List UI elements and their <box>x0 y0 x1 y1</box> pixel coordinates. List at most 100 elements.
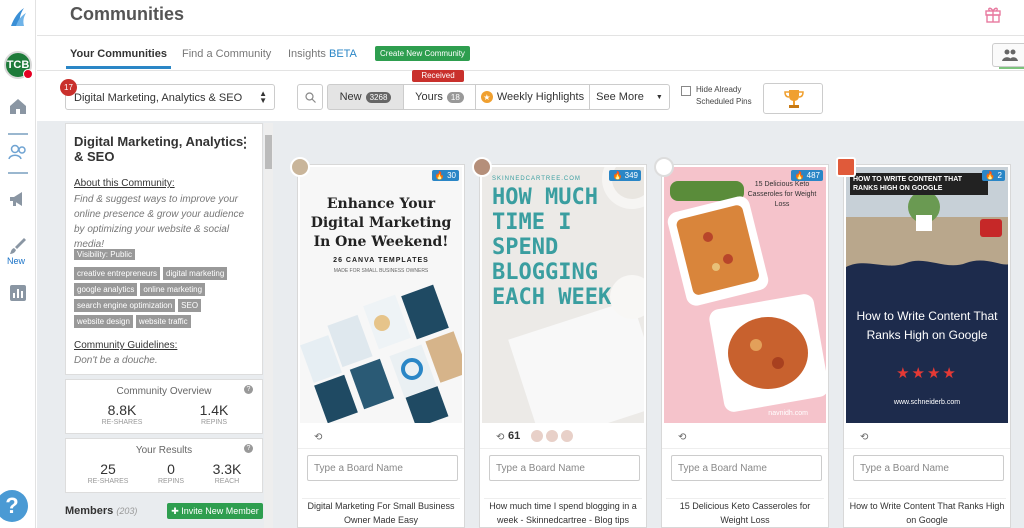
create-community-button[interactable]: Create New Community <box>375 46 470 61</box>
user-avatar[interactable]: TCB <box>4 51 33 79</box>
members-toggle-button[interactable] <box>992 43 1024 69</box>
about-description: Find & suggest ways to improve your onli… <box>74 194 245 250</box>
community-select-value: Digital Marketing, Analytics & SEO <box>74 92 243 104</box>
invite-member-button[interactable]: ✚ Invite New Member <box>167 503 263 519</box>
pin-image[interactable]: 🔥 487 15 Delicious Keto Casseroles for W… <box>664 167 826 423</box>
sidebar-scrollbar[interactable] <box>264 123 273 528</box>
tab-find-community[interactable]: Find a Community <box>182 48 271 60</box>
communities-icon[interactable] <box>8 142 28 162</box>
home-icon[interactable] <box>8 96 28 116</box>
tag-list: creative entrepreneurs digital marketing… <box>74 267 262 328</box>
pinner-avatar[interactable] <box>290 157 310 177</box>
pin-card: 🔥 487 15 Delicious Keto Casseroles for W… <box>654 157 829 528</box>
caret-down-icon: ▼ <box>655 93 663 101</box>
overview-reshares: 8.8K RE-SHARES <box>101 402 143 426</box>
community-select[interactable]: Digital Marketing, Analytics & SEO ▲ ▼ <box>65 84 275 110</box>
filter-yours-label: Yours <box>415 91 443 103</box>
pin-card: 🔥 349 SKINNEDCARTREE.COM HOW MUCH TIME I… <box>472 157 647 528</box>
pin-image[interactable]: 🔥 349 SKINNEDCARTREE.COM HOW MUCH TIME I… <box>482 167 644 423</box>
community-title: Digital Marketing, Analytics & SEO <box>74 134 244 164</box>
filter-weekly-highlights[interactable]: ★ Weekly Highlights <box>475 84 590 110</box>
board-name-input[interactable] <box>853 455 1004 481</box>
pin-image-site: navnidh.com <box>768 410 808 417</box>
pin-description: How to Write Content That Ranks High on … <box>848 498 1006 527</box>
rail-divider <box>8 133 28 135</box>
tab-your-communities[interactable]: Your Communities <box>66 48 171 69</box>
gift-icon[interactable] <box>984 5 1002 23</box>
trophy-icon <box>784 90 804 108</box>
help-icon[interactable]: ? <box>244 385 253 394</box>
pinterest-badge-icon <box>23 69 33 79</box>
about-community-card: Digital Marketing, Analytics & SEO ⋮ Abo… <box>65 123 263 375</box>
tag[interactable]: website traffic <box>135 315 191 328</box>
filter-more-label: See More <box>596 91 644 103</box>
more-options-icon[interactable]: ⋮ <box>238 134 252 151</box>
search-button[interactable] <box>297 84 323 110</box>
pin-image[interactable]: HOW TO WRITE CONTENT THAT RANKS HIGH ON … <box>846 167 1008 423</box>
leaderboard-button[interactable] <box>763 83 823 114</box>
pin-description: Digital Marketing For Small Business Own… <box>302 498 460 527</box>
select-arrows-icon: ▲ ▼ <box>259 89 267 105</box>
filter-weekly-label: Weekly Highlights <box>496 91 585 103</box>
guidelines-text: Don't be a douche. <box>74 355 158 366</box>
help-button[interactable]: ? <box>0 490 28 522</box>
pin-image-subline-2: MADE FOR SMALL BUSINESS OWNERS <box>333 268 429 274</box>
tag[interactable]: search engine optimization <box>74 299 176 312</box>
pin-image-site: SKINNEDCARTREE.COM <box>492 176 581 182</box>
board-name-input[interactable] <box>489 455 640 481</box>
app-logo-icon[interactable] <box>8 6 28 28</box>
results-reshares: 25 RE-SHARES <box>87 461 129 485</box>
board-name-input[interactable] <box>307 455 458 481</box>
tab-insights[interactable]: Insights BETA <box>288 48 357 60</box>
pin-score-badge: 🔥 30 <box>431 170 459 181</box>
hide-scheduled-label: Hide Already Scheduled Pins <box>696 85 752 106</box>
tag[interactable]: digital marketing <box>163 267 228 280</box>
tag[interactable]: google analytics <box>74 283 138 296</box>
filter-see-more[interactable]: See More ▼ <box>589 84 670 110</box>
pin-image-headline: 15 Delicious Keto Casseroles for Weight … <box>747 181 817 208</box>
beta-badge: BETA <box>328 48 357 60</box>
repin-icon[interactable]: ⟲ <box>496 432 504 443</box>
tag[interactable]: creative entrepreneurs <box>74 267 161 280</box>
pin-image-headline: HOW MUCH TIME I SPEND BLOGGING EACH WEEK <box>492 185 612 310</box>
tag[interactable]: SEO <box>178 299 202 312</box>
results-reach: 3.3K REACH <box>212 461 242 485</box>
pin-image-site: www.schneiderb.com <box>893 399 961 406</box>
repin-icon[interactable]: ⟲ <box>860 432 868 443</box>
new-feature-label: New <box>7 256 26 266</box>
search-icon <box>305 92 316 103</box>
overview-title: Community Overview <box>116 386 212 397</box>
filter-yours[interactable]: Yours 18 <box>403 84 476 110</box>
filter-new[interactable]: New 3268 <box>327 84 404 110</box>
board-name-input[interactable] <box>671 455 822 481</box>
hide-scheduled-checkbox[interactable] <box>681 86 691 96</box>
pin-image-band: HOW TO WRITE CONTENT THAT RANKS HIGH ON … <box>850 173 988 195</box>
community-tabs: Your Communities Find a Community Insigh… <box>37 37 1024 71</box>
pinner-avatar[interactable] <box>836 157 856 177</box>
people-icon <box>1002 49 1018 61</box>
megaphone-icon[interactable] <box>8 189 28 209</box>
analytics-icon[interactable] <box>8 283 28 303</box>
page-header: Communities <box>37 0 1024 36</box>
scrollbar-thumb[interactable] <box>265 135 272 169</box>
your-results-card: Your Results ? 25 RE-SHARES 0 REPINS 3.3… <box>65 438 263 493</box>
members-count: (203) <box>116 506 138 516</box>
help-icon[interactable]: ? <box>244 444 253 453</box>
left-icon-rail: TCB New ? <box>0 0 36 528</box>
brush-icon[interactable] <box>8 236 28 256</box>
tag[interactable]: online marketing <box>140 283 206 296</box>
page-title: Communities <box>70 4 185 24</box>
repin-icon[interactable]: ⟲ <box>678 432 686 443</box>
tag[interactable]: website design <box>74 315 133 328</box>
tab-insights-label: Insights <box>288 48 326 60</box>
repin-icon[interactable]: ⟲ <box>314 432 322 443</box>
filter-yours-count: 18 <box>446 91 464 103</box>
pin-description: 15 Delicious Keto Casseroles for Weight … <box>666 498 824 527</box>
desk-photo-graphic: HOW TO WRITE CONTENT THAT RANKS HIGH ON … <box>846 167 1008 267</box>
pin-image[interactable]: 🔥 30 Enhance Your Digital Marketing In O… <box>300 167 462 423</box>
repinner-avatars[interactable] <box>530 429 574 443</box>
pin-image-headline: How to Write Content That Ranks High on … <box>856 309 998 342</box>
pinner-avatar[interactable] <box>654 157 674 177</box>
pinner-avatar[interactable] <box>472 157 492 177</box>
toggle-indicator <box>999 67 1024 69</box>
